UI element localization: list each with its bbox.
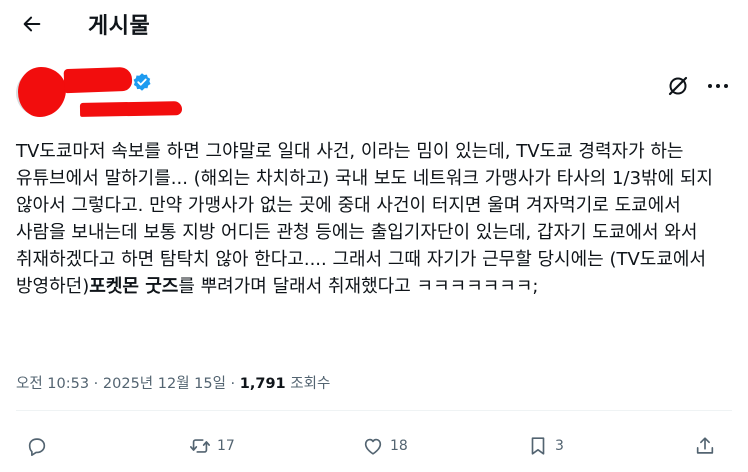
back-button[interactable] (14, 6, 50, 42)
display-name-redaction[interactable] (63, 66, 133, 94)
view-count-label: 조회수 (290, 376, 331, 392)
more-button[interactable] (704, 74, 732, 98)
share-button[interactable] (694, 432, 716, 460)
tweet-time[interactable]: 오전 10:53 (16, 376, 89, 392)
tweet-text-part1: TV도쿄마저 속보를 하면 그야말로 일대 사건, 이라는 밈이 있는데, TV… (16, 141, 713, 297)
tweet-meta: 오전 10:53 · 2025년 12월 15일 · 1,791 조회수 (16, 372, 330, 393)
tweet-date[interactable]: 2025년 12월 15일 (103, 376, 226, 392)
verified-badge-icon (133, 73, 151, 91)
bookmark-count: 3 (555, 438, 564, 454)
tweet-text-part2: 를 뿌려가며 달래서 취재했다고 ㅋㅋㅋㅋㅋㅋㅋ; (178, 276, 539, 297)
action-bar: 17 18 3 (0, 426, 748, 466)
header: 게시물 (0, 0, 748, 48)
divider (16, 410, 732, 411)
grok-icon[interactable] (666, 74, 690, 98)
avatar-redaction (18, 67, 66, 117)
more-horizontal-icon (708, 84, 728, 88)
retweet-icon (190, 439, 210, 453)
page-title: 게시물 (88, 14, 151, 39)
bookmark-button[interactable]: 3 (527, 432, 564, 460)
retweet-button[interactable]: 17 (189, 432, 235, 460)
meta-separator: · (89, 376, 103, 392)
like-button[interactable]: 18 (362, 432, 408, 460)
handle-redaction[interactable] (79, 101, 183, 117)
reply-icon (28, 438, 46, 456)
heart-icon (364, 438, 382, 455)
like-count: 18 (390, 438, 408, 454)
share-icon (696, 437, 714, 454)
reply-button[interactable] (26, 432, 48, 460)
bookmark-icon (531, 437, 545, 455)
arrow-left-icon (23, 16, 41, 32)
tweet-text: TV도쿄마저 속보를 하면 그야말로 일대 사건, 이라는 밈이 있는데, TV… (16, 138, 728, 300)
author-row (0, 62, 748, 122)
meta-separator-2: · (225, 376, 240, 392)
retweet-count: 17 (217, 438, 235, 454)
tweet-text-bold: 포켓몬 굿즈 (89, 276, 179, 297)
view-count: 1,791 (239, 376, 286, 392)
